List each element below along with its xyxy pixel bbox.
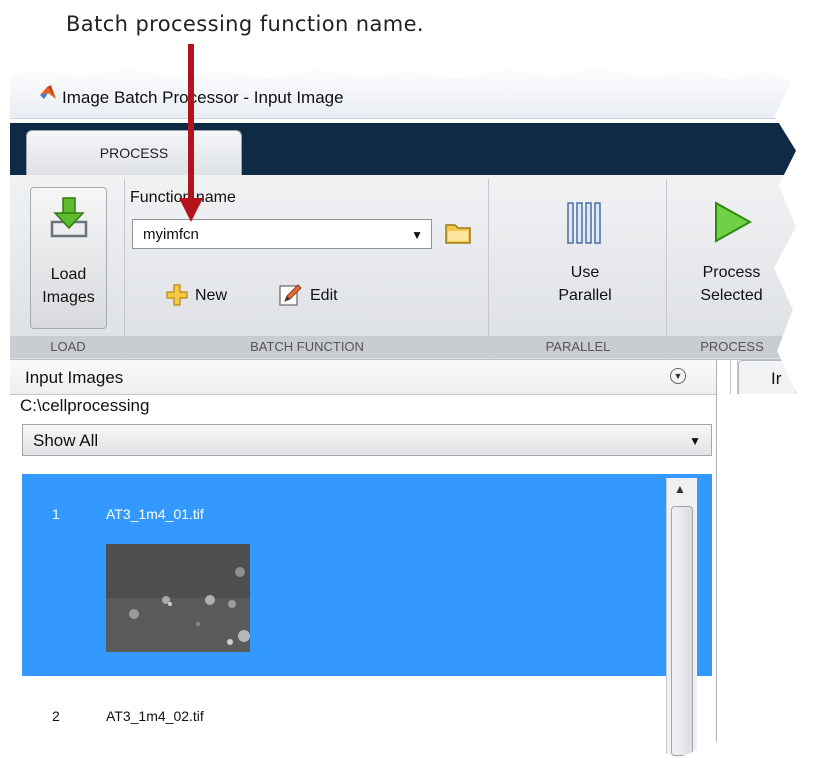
scroll-up-icon[interactable]: ▲ (674, 482, 686, 496)
group-label-parallel: PARALLEL (545, 339, 611, 354)
folder-icon[interactable] (442, 219, 474, 247)
chevron-down-icon: ▼ (689, 434, 701, 448)
function-name-label: Function name (130, 189, 236, 206)
tab-input-image[interactable]: Ir (738, 360, 796, 394)
panel-grip[interactable] (730, 360, 738, 394)
list-item[interactable]: 1 AT3_1m4_01.tif (22, 474, 712, 676)
item-filename: AT3_1m4_02.tif (106, 708, 204, 724)
load-images-icon (50, 197, 88, 238)
scroll-thumb[interactable] (671, 506, 693, 756)
panel-title: Input Images (25, 368, 124, 387)
matlab-icon (40, 85, 56, 99)
item-index: 1 (52, 506, 60, 522)
panel-menu-icon[interactable]: ▼ (670, 368, 686, 384)
tab-process[interactable]: PROCESS (26, 130, 242, 175)
tab-strip: PROCESS (10, 123, 796, 175)
callout-text: Batch processing function name. (66, 12, 424, 36)
process-label-line2: Selected (700, 287, 763, 304)
title-bar: Image Batch Processor - Input Image (10, 68, 796, 119)
chevron-down-icon: ▼ (411, 228, 423, 242)
input-images-panel: Input Images ▼ C:\cellprocessing Show Al… (10, 360, 717, 758)
parallel-icon (567, 202, 601, 244)
load-label-line2: Images (42, 289, 95, 306)
group-label-load: LOAD (50, 339, 86, 354)
filter-dropdown[interactable]: Show All ▼ (22, 424, 712, 456)
app-window: Image Batch Processor - Input Image PROC… (10, 68, 796, 758)
use-parallel-button[interactable]: Use Parallel (530, 187, 640, 329)
folder-path: C:\cellprocessing (20, 396, 150, 415)
group-label-batch-function: BATCH FUNCTION (250, 339, 364, 354)
process-label-line1: Process (702, 264, 761, 281)
image-list: 1 AT3_1m4_01.tif 2 AT3_1m4_02.tif (22, 474, 712, 758)
run-icon (715, 201, 752, 243)
function-name-value: myimfcn (143, 226, 199, 243)
filter-value: Show All (33, 431, 99, 450)
parallel-label-line1: Use (570, 264, 600, 281)
image-thumbnail (106, 544, 250, 652)
new-plus-icon (166, 284, 188, 306)
main-content: Input Images ▼ C:\cellprocessing Show Al… (10, 360, 796, 758)
group-label-process: PROCESS (700, 339, 764, 354)
function-name-dropdown[interactable]: myimfcn ▼ (132, 219, 432, 249)
parallel-label-line2: Parallel (558, 287, 612, 304)
group-divider (666, 179, 667, 355)
panel-header: Input Images ▼ (10, 360, 716, 395)
window-title: Image Batch Processor - Input Image (62, 88, 344, 107)
process-selected-button[interactable]: Process Selected (674, 187, 789, 329)
new-label: New (195, 287, 228, 304)
edit-label: Edit (310, 287, 338, 304)
tab-label: Ir (771, 369, 782, 388)
item-index: 2 (52, 708, 60, 724)
group-divider (124, 179, 125, 355)
load-images-button[interactable]: Load Images (30, 187, 107, 329)
list-scrollbar[interactable]: ▲ (666, 478, 697, 758)
group-divider (488, 179, 489, 355)
load-label-line1: Load (50, 266, 87, 283)
edit-pencil-icon (279, 284, 302, 306)
item-filename: AT3_1m4_01.tif (106, 506, 204, 522)
toolstrip: Load Images LOAD Function name myimfcn ▼… (10, 175, 796, 360)
